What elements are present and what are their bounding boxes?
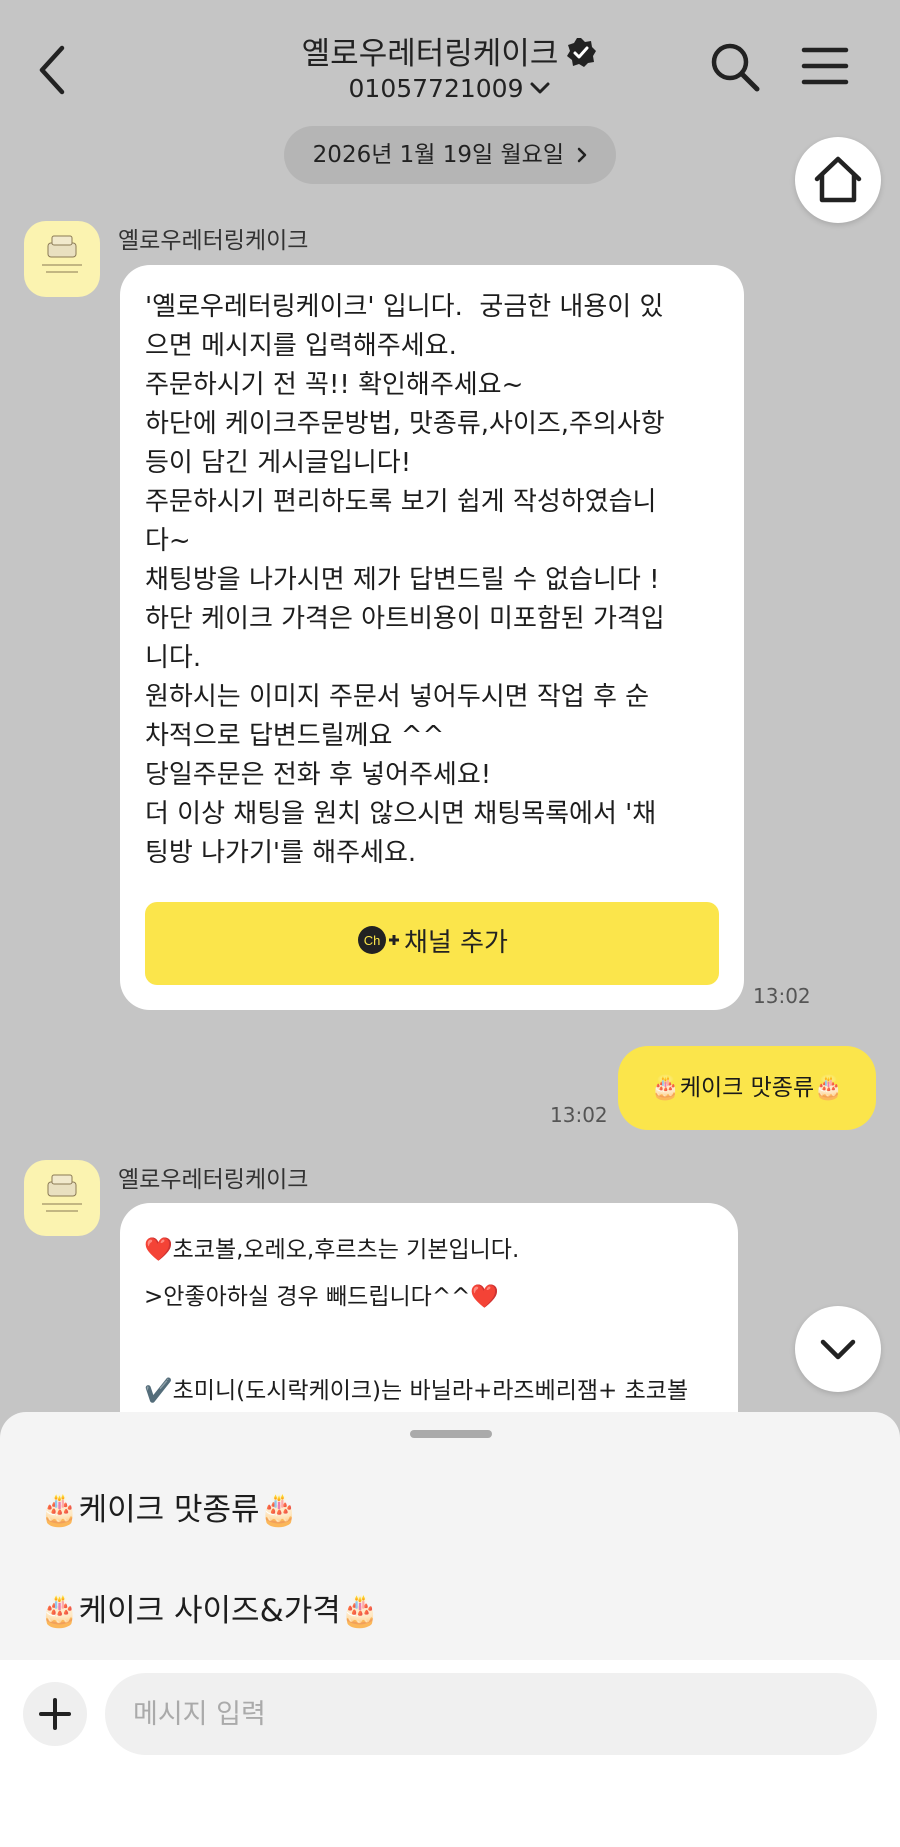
avatar[interactable]: [24, 1160, 100, 1236]
sent-message-text: 🎂케이크 맛종류🎂: [651, 1075, 843, 1101]
chat-title: 옐로우레터링케이크: [0, 28, 900, 73]
sheet-handle[interactable]: [410, 1430, 492, 1438]
add-channel-button[interactable]: Ch 채널 추가: [145, 902, 719, 985]
chat-phone-dropdown[interactable]: 01057721009: [0, 74, 900, 103]
channel-plus-icon: Ch: [358, 926, 400, 954]
date-pill[interactable]: 2026년 1월 19일 월요일: [284, 126, 616, 184]
plus-icon[interactable]: [23, 1682, 87, 1746]
sender-name: 옐로우레터링케이크: [118, 1167, 309, 1193]
message-input[interactable]: [105, 1673, 877, 1755]
sender-name: 옐로우레터링케이크: [118, 228, 309, 254]
chevron-down-icon: [530, 82, 550, 94]
chevron-right-icon: [577, 127, 587, 163]
home-icon[interactable]: [795, 137, 881, 223]
sent-message-bubble: 🎂케이크 맛종류🎂: [618, 1046, 876, 1130]
quick-reply-size-price[interactable]: 🎂케이크 사이즈&가격🎂: [40, 1585, 379, 1630]
avatar[interactable]: [24, 221, 100, 297]
search-icon[interactable]: [708, 40, 762, 94]
date-text: 2026년 1월 19일 월요일: [312, 142, 564, 168]
svg-text:Ch: Ch: [364, 933, 381, 948]
chat-phone-number: 01057721009: [348, 74, 524, 103]
chat-title-text: 옐로우레터링케이크: [301, 36, 559, 72]
cake-logo-icon: [42, 1174, 82, 1212]
verified-badge-icon: [567, 38, 597, 67]
menu-icon[interactable]: [800, 44, 850, 88]
add-channel-label: 채널 추가: [404, 928, 508, 958]
message-time: 13:02: [550, 1103, 608, 1127]
scroll-down-icon[interactable]: [795, 1306, 881, 1392]
quick-reply-flavors[interactable]: 🎂케이크 맛종류🎂: [40, 1484, 298, 1529]
message-text: '옐로우레터링케이크' 입니다. 궁금한 내용이 있 으면 메시지를 입력해주세…: [145, 292, 665, 868]
message-time: 13:02: [753, 984, 811, 1008]
message-bubble: ❤️초코볼,오레오,후르츠는 기본입니다. >안좋아하실 경우 빼드립니다^^❤…: [120, 1203, 738, 1443]
cake-logo-icon: [42, 235, 82, 273]
message-text: ❤️초코볼,오레오,후르츠는 기본입니다. >안좋아하실 경우 빼드립니다^^❤…: [144, 1237, 689, 1443]
